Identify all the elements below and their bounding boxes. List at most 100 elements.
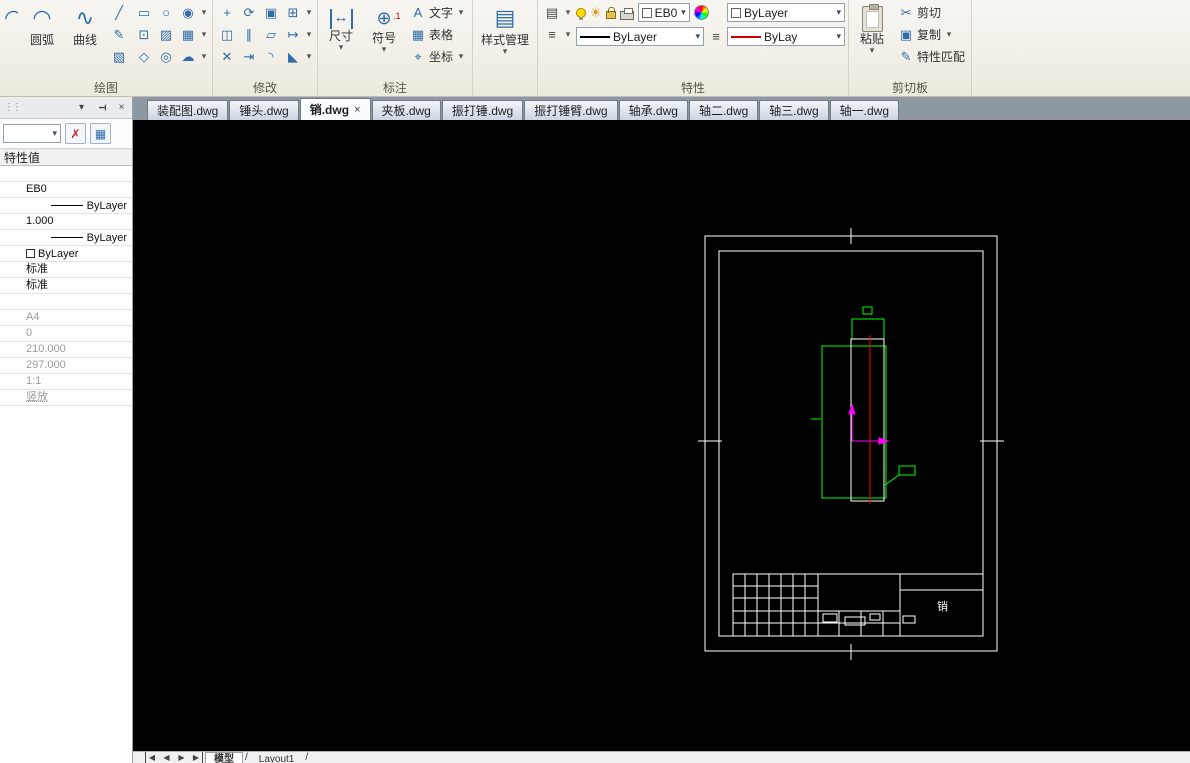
text-button[interactable]: A 文字 ▾ [407, 2, 469, 23]
palette-close-icon[interactable]: × [115, 102, 128, 113]
hatch-icon[interactable]: ▨ [155, 24, 177, 45]
arc-button[interactable]: ◠ 圆弧 [22, 2, 62, 68]
scale-icon[interactable]: ▱ [260, 24, 282, 45]
fillet-icon[interactable]: ◝ [260, 46, 282, 67]
property-row-text-style[interactable]: 标准 [0, 262, 132, 278]
dimension-button[interactable]: ↔ 尺寸 ▾ [321, 2, 361, 68]
ellipse-icon[interactable]: ◉ [177, 2, 199, 23]
list-icon[interactable]: ≡ [541, 24, 563, 45]
donut-icon[interactable]: ◎ [155, 46, 177, 67]
doc-tab[interactable]: 振打锤.dwg [441, 100, 524, 120]
lineweight-combo[interactable]: ByLay ▾ [727, 27, 846, 46]
sketch-tool-icon[interactable]: ✎ [108, 24, 130, 45]
property-row-color[interactable]: EB0 [0, 182, 132, 198]
partial-tool-button[interactable]: ◠ [3, 2, 19, 68]
rectangle-icon[interactable]: ▭ [133, 2, 155, 23]
quick-select-button[interactable]: ▦ [90, 123, 111, 144]
array-icon[interactable]: ⊞ [282, 2, 304, 23]
part-geometry[interactable] [811, 306, 916, 504]
page-setup-icon[interactable]: ▤ [541, 2, 563, 23]
layout1-tab[interactable]: Layout1 [250, 752, 304, 763]
property-row-width[interactable]: 210.000 [0, 342, 132, 358]
draw-row1-caret-icon[interactable]: ▾ [199, 7, 209, 18]
spline-button[interactable]: ∿ 曲线 [65, 2, 105, 68]
doc-tab[interactable]: 轴三.dwg [759, 100, 829, 120]
property-row-paper-size[interactable]: A4 [0, 310, 132, 326]
layer-plot-icon[interactable] [619, 7, 634, 20]
revcloud-icon[interactable]: ☁ [177, 46, 199, 67]
part-outline-green[interactable] [821, 345, 887, 499]
property-row-zero[interactable]: 0 [0, 326, 132, 342]
symbol-button[interactable]: ⊕ .1 符号 ▾ [364, 2, 404, 68]
cut-button[interactable]: ✂ 剪切 [895, 2, 968, 23]
stretch-icon[interactable]: ↦ [282, 24, 304, 45]
property-row-lineweight[interactable]: ByLayer [0, 230, 132, 246]
model-tab[interactable]: 模型 [205, 752, 243, 763]
modify-row2-caret-icon[interactable]: ▾ [304, 29, 314, 40]
doc-tab[interactable]: 振打锤臂.dwg [524, 100, 618, 120]
leader-line-green[interactable] [884, 474, 900, 486]
linetype-manager-icon[interactable]: ≡ [708, 26, 724, 47]
property-row-linetype-scale[interactable]: 1.000 [0, 214, 132, 230]
layer-freeze-icon[interactable]: ☀ [590, 5, 602, 21]
layer-on-off-icon[interactable] [576, 7, 587, 20]
palette-grip[interactable]: ⋮⋮ [4, 102, 22, 113]
doc-tab[interactable]: 锤头.dwg [229, 100, 299, 120]
paste-button[interactable]: 粘贴 ▾ [852, 2, 892, 68]
color-combo[interactable]: EB0 ▾ [637, 3, 690, 22]
coordinate-button[interactable]: ⌖ 坐标 ▾ [407, 46, 469, 67]
move-icon[interactable]: + [216, 2, 238, 23]
model-space-canvas[interactable]: 销 [133, 120, 1190, 751]
layer-lock-icon[interactable] [605, 7, 616, 19]
match-properties-button[interactable]: ✎ 特性匹配 [895, 46, 968, 67]
point-icon[interactable]: ⊡ [133, 24, 155, 45]
color-wheel-icon[interactable] [693, 5, 709, 20]
property-row-dim-style[interactable]: 标准 [0, 278, 132, 294]
prev-layout-button[interactable]: ◀ [160, 752, 173, 763]
circle-icon[interactable]: ○ [155, 2, 177, 23]
rotate-icon[interactable]: ⟳ [238, 2, 260, 23]
first-layout-button[interactable]: ◀ [145, 752, 158, 763]
copy-entity-icon[interactable]: ▣ [260, 2, 282, 23]
property-row-layer[interactable]: ByLayer [0, 246, 132, 262]
style-manager-button[interactable]: ▤ 样式管理 ▾ [476, 2, 534, 68]
list-caret-icon[interactable]: ▾ [563, 29, 573, 40]
palette-menu-caret-icon[interactable]: ▾ [75, 102, 88, 113]
chamfer-icon[interactable]: ◣ [282, 46, 304, 67]
drawing-svg[interactable]: 销 [133, 120, 1189, 751]
hatchline-tool-icon[interactable]: ▧ [108, 46, 130, 67]
pick-object-button[interactable]: ✗ [65, 123, 86, 144]
property-row-height[interactable]: 297.000 [0, 358, 132, 374]
draw-row2-caret-icon[interactable]: ▾ [199, 29, 209, 40]
draw-row3-caret-icon[interactable]: ▾ [199, 51, 209, 62]
trim-icon[interactable]: ✕ [216, 46, 238, 67]
doc-tab-active[interactable]: 销.dwg × [299, 98, 371, 120]
polygon-icon[interactable]: ◇ [133, 46, 155, 67]
property-row-blank-1[interactable] [0, 166, 132, 182]
part-top-green[interactable] [851, 318, 885, 340]
layer-color-combo[interactable]: ByLayer ▾ [727, 3, 846, 22]
part-top-mark[interactable] [862, 306, 873, 315]
copy-button[interactable]: ▣ 复制 ▾ [895, 24, 968, 45]
property-row-orientation[interactable]: 竖放 [0, 390, 132, 406]
tab-close-icon[interactable]: × [354, 104, 360, 116]
leader-box-green[interactable] [898, 465, 916, 476]
line-tool-icon[interactable]: ╱ [108, 2, 130, 23]
property-row-scale[interactable]: 1:1 [0, 374, 132, 390]
selection-combo[interactable]: ▾ [3, 124, 61, 143]
pin-body-white[interactable] [850, 338, 885, 502]
linetype-combo[interactable]: ByLayer ▾ [576, 27, 705, 46]
doc-tab[interactable]: 轴二.dwg [688, 100, 759, 120]
doc-tab[interactable]: 夹板.dwg [371, 100, 441, 120]
property-row-linetype[interactable]: ByLayer [0, 198, 132, 214]
region-icon[interactable]: ▦ [177, 24, 199, 45]
palette-pin-icon[interactable]: T [96, 101, 107, 114]
table-button[interactable]: ▦ 表格 [407, 24, 469, 45]
doc-tab[interactable]: 轴一.dwg [829, 100, 900, 120]
page-setup-caret-icon[interactable]: ▾ [563, 7, 573, 18]
modify-row3-caret-icon[interactable]: ▾ [304, 51, 314, 62]
last-layout-button[interactable]: ▶ [190, 752, 203, 763]
doc-tab[interactable]: 装配图.dwg [147, 100, 229, 120]
modify-row1-caret-icon[interactable]: ▾ [304, 7, 314, 18]
extend-icon[interactable]: ⇥ [238, 46, 260, 67]
